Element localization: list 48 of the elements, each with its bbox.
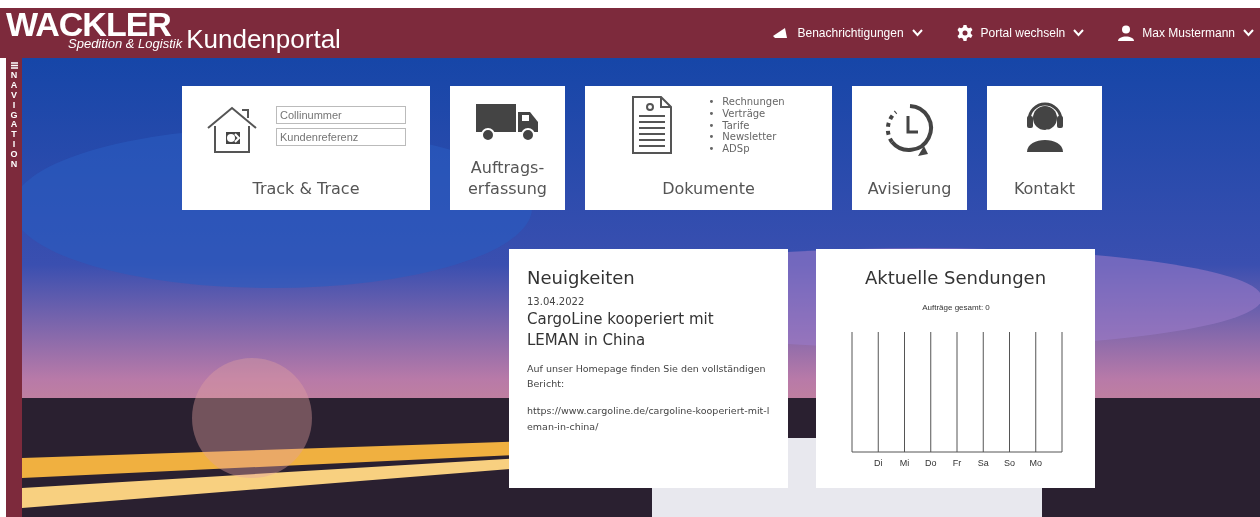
header-menu[interactable]: Portal wechseln: [956, 25, 1085, 41]
chart-title: Aufträge gesamt: 0: [921, 303, 990, 312]
input-field[interactable]: Kundenreferenz: [276, 128, 406, 146]
document-link[interactable]: Verträge: [722, 107, 766, 120]
clock-icon: [883, 102, 936, 156]
bullet: •: [708, 96, 715, 108]
news-text: Auf unser Homepage finden Sie den vollständigen Bericht:: [527, 362, 767, 392]
card-heading: Neuigkeiten: [527, 267, 636, 288]
axis-label: Do: [924, 458, 936, 468]
news-link[interactable]: https://www.cargoline.de/cargoline-kooperiert-mit-leman-in-china/: [527, 403, 770, 434]
order-tile[interactable]: Auftrags- erfassung: [450, 86, 565, 210]
axis-label: Sa: [977, 458, 989, 468]
chevron-down-icon: [1243, 29, 1254, 37]
house-icon: [206, 106, 258, 154]
schedule-tile[interactable]: Avisierung: [852, 86, 967, 210]
document-link[interactable]: Newsletter: [722, 131, 777, 144]
document-icon: [632, 96, 673, 154]
bullet: •: [708, 107, 715, 120]
header-menu[interactable]: Max Mustermann: [1118, 25, 1254, 41]
header-menu[interactable]: Benachrichtigungen: [771, 25, 923, 41]
tile-title: Track & Trace: [252, 179, 360, 200]
chevron-down-icon: [1073, 29, 1085, 37]
input-field[interactable]: Collinummer: [276, 106, 406, 124]
document-link[interactable]: Rechnungen: [722, 96, 785, 108]
contact-tile[interactable]: Kontakt: [987, 86, 1102, 210]
truck-icon: [475, 102, 540, 142]
axis-label: Mi: [899, 458, 909, 468]
chevron-down-icon: [911, 29, 923, 37]
logo-subtitle: Spedition & Logistik: [68, 36, 183, 50]
axis-label: Mo: [1029, 458, 1042, 468]
bullet: •: [708, 119, 715, 132]
card-heading: Aktuelle Sendungen: [863, 267, 1048, 288]
settings-icon: [956, 25, 973, 41]
document-link[interactable]: Tarife: [722, 119, 750, 132]
news-date: 13.04.2022: [527, 296, 586, 307]
user-icon: [1118, 25, 1135, 41]
bullet: •: [708, 143, 715, 155]
axis-label: Di: [873, 458, 882, 468]
navigation-toggle[interactable]: NAVIGATION: [10, 62, 18, 170]
documents-tile[interactable]: • Rechnungen • Verträge • Tarife • Newsletter • ADSp Dokumente: [585, 86, 832, 210]
axis-label: So: [1003, 458, 1015, 468]
bullet: •: [708, 131, 715, 144]
axis-label: Fr: [952, 458, 961, 468]
headset-person-icon: [1024, 102, 1065, 152]
menu-icon: [10, 62, 18, 69]
portal-title: Kundenportal: [186, 23, 341, 55]
document-link[interactable]: ADSp: [722, 143, 750, 155]
news-headline: CargoLine kooperiert mit LEMAN in China: [527, 309, 715, 351]
